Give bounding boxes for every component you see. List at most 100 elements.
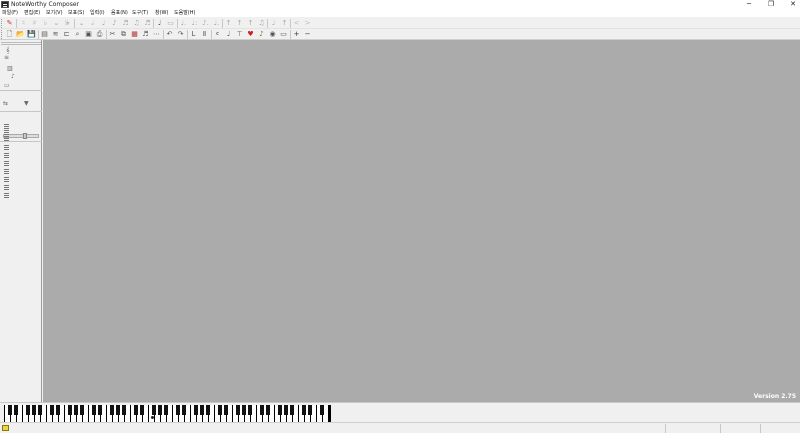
piano-black-key[interactable]: [278, 405, 282, 415]
whole-note-icon[interactable]: 𝅝: [77, 19, 86, 28]
print-preview-icon[interactable]: ▣: [84, 30, 93, 39]
time-signature-icon[interactable]: 𝄴: [213, 30, 222, 39]
audio-icon[interactable]: ♪: [257, 30, 266, 39]
cut-icon[interactable]: ✂: [108, 30, 117, 39]
paste-icon[interactable]: ▦: [130, 30, 139, 39]
staff-layout-icon[interactable]: ⊏: [62, 30, 71, 39]
double-sharp-icon[interactable]: 𝄪: [52, 19, 61, 28]
piano-black-key[interactable]: [242, 405, 246, 415]
menu-help[interactable]: 도움말(H): [174, 9, 195, 17]
save-file-icon[interactable]: 💾: [27, 30, 36, 39]
piano-black-key[interactable]: [260, 405, 264, 415]
thirtysecond-note-icon[interactable]: ♫: [132, 19, 141, 28]
toolbar-grip[interactable]: [1, 19, 3, 28]
staff-marker[interactable]: [4, 130, 9, 135]
menu-window[interactable]: 창(W): [155, 9, 168, 17]
stop-icon[interactable]: ▭: [279, 30, 288, 39]
document-workspace[interactable]: Version 2.75: [43, 40, 800, 402]
sixtyfourth-note-icon[interactable]: ♬: [143, 19, 152, 28]
redo-icon[interactable]: ↷: [176, 30, 185, 39]
piano-black-key[interactable]: [218, 405, 222, 415]
piano-black-key[interactable]: [164, 405, 168, 415]
new-file-icon[interactable]: 🗋: [5, 30, 14, 39]
piano-black-key[interactable]: [92, 405, 96, 415]
piano-black-key[interactable]: [14, 405, 18, 415]
quarter-note-icon[interactable]: ♩: [99, 19, 108, 28]
maximize-button[interactable]: ❐: [760, 0, 782, 9]
piano-black-key[interactable]: [74, 405, 78, 415]
piano-black-key[interactable]: [98, 405, 102, 415]
piano-black-key[interactable]: [50, 405, 54, 415]
piano-black-key[interactable]: [248, 405, 252, 415]
insert-bar-icon[interactable]: ⋯: [152, 30, 161, 39]
toolbar-grip[interactable]: [1, 30, 3, 39]
piano-black-key[interactable]: [38, 405, 42, 415]
piano-black-key[interactable]: [26, 405, 30, 415]
tie-icon[interactable]: ↑: [246, 19, 255, 28]
stem-down-icon[interactable]: ↑: [235, 19, 244, 28]
menu-staff[interactable]: 보표(S): [68, 9, 84, 17]
close-button[interactable]: ✕: [782, 0, 800, 9]
key-signature-icon[interactable]: Ⅱ: [200, 30, 209, 39]
staff-marker[interactable]: [4, 193, 9, 198]
piano-black-key[interactable]: [182, 405, 186, 415]
decrescendo-icon[interactable]: >: [303, 19, 312, 28]
piano-black-key[interactable]: [122, 405, 126, 415]
volume-slider-thumb[interactable]: [23, 133, 27, 139]
piano-black-key[interactable]: [140, 405, 144, 415]
flat-icon[interactable]: ♭: [41, 19, 50, 28]
rest-icon[interactable]: ▭: [166, 19, 175, 28]
print-icon[interactable]: ⎙: [95, 30, 104, 39]
piano-black-key[interactable]: [152, 405, 156, 415]
beam-icon[interactable]: ↑: [280, 19, 289, 28]
staff-marker[interactable]: [4, 169, 9, 174]
play-icon[interactable]: ◉: [268, 30, 277, 39]
staff-properties-icon[interactable]: ▤: [40, 30, 49, 39]
piano-black-key[interactable]: [302, 405, 306, 415]
beam-icon[interactable]: ♩: [269, 19, 278, 28]
menu-edit[interactable]: 편집(E): [24, 9, 40, 17]
sixteenth-note-icon[interactable]: ♬: [121, 19, 130, 28]
crescendo-icon[interactable]: <: [292, 19, 301, 28]
piano-black-key[interactable]: [308, 405, 312, 415]
slur-icon[interactable]: ♫: [257, 19, 266, 28]
double-dotted-icon[interactable]: ♩:: [190, 19, 199, 28]
triplet-icon[interactable]: ♪.: [201, 19, 210, 28]
piano-black-key[interactable]: [200, 405, 204, 415]
menu-view[interactable]: 보기(V): [46, 9, 63, 17]
undo-icon[interactable]: ↶: [165, 30, 174, 39]
insert-notes-icon[interactable]: ♬: [141, 30, 150, 39]
piano-keyboard[interactable]: [4, 405, 331, 422]
piano-black-key[interactable]: [32, 405, 36, 415]
stem-up-icon[interactable]: ↑: [224, 19, 233, 28]
piano-black-key[interactable]: [158, 405, 162, 415]
minimize-button[interactable]: ─: [738, 0, 760, 9]
clef-icon[interactable]: L: [189, 30, 198, 39]
instrument-icon[interactable]: ♥: [246, 30, 255, 39]
piano-black-key[interactable]: [320, 405, 324, 415]
piano-black-key[interactable]: [266, 405, 270, 415]
piano-black-key[interactable]: [224, 405, 228, 415]
add-staff-icon[interactable]: ≋: [51, 30, 60, 39]
sharp-icon[interactable]: ♯: [30, 19, 39, 28]
staff-marker[interactable]: [4, 185, 9, 190]
staff-marker[interactable]: [4, 161, 9, 166]
piano-black-key[interactable]: [206, 405, 210, 415]
piano-black-key[interactable]: [110, 405, 114, 415]
piano-black-key[interactable]: [284, 405, 288, 415]
staff-marker[interactable]: [4, 153, 9, 158]
copy-icon[interactable]: ⧉: [119, 30, 128, 39]
piano-black-key[interactable]: [80, 405, 84, 415]
find-icon[interactable]: ⌕: [73, 30, 82, 39]
piano-black-key[interactable]: [134, 405, 138, 415]
grace-note-icon[interactable]: ♩: [155, 19, 164, 28]
menu-insert[interactable]: 입력(I): [90, 9, 105, 17]
note-entry-icon[interactable]: ✎: [5, 19, 14, 28]
zoom-in-icon[interactable]: +: [292, 30, 301, 39]
piano-black-key[interactable]: [8, 405, 12, 415]
piano-black-key[interactable]: [290, 405, 294, 415]
dynamic-icon[interactable]: ⊤: [235, 30, 244, 39]
staff-marker[interactable]: [4, 145, 9, 150]
eighth-note-icon[interactable]: ♪: [110, 19, 119, 28]
menu-tools[interactable]: 도구(T): [132, 9, 148, 17]
